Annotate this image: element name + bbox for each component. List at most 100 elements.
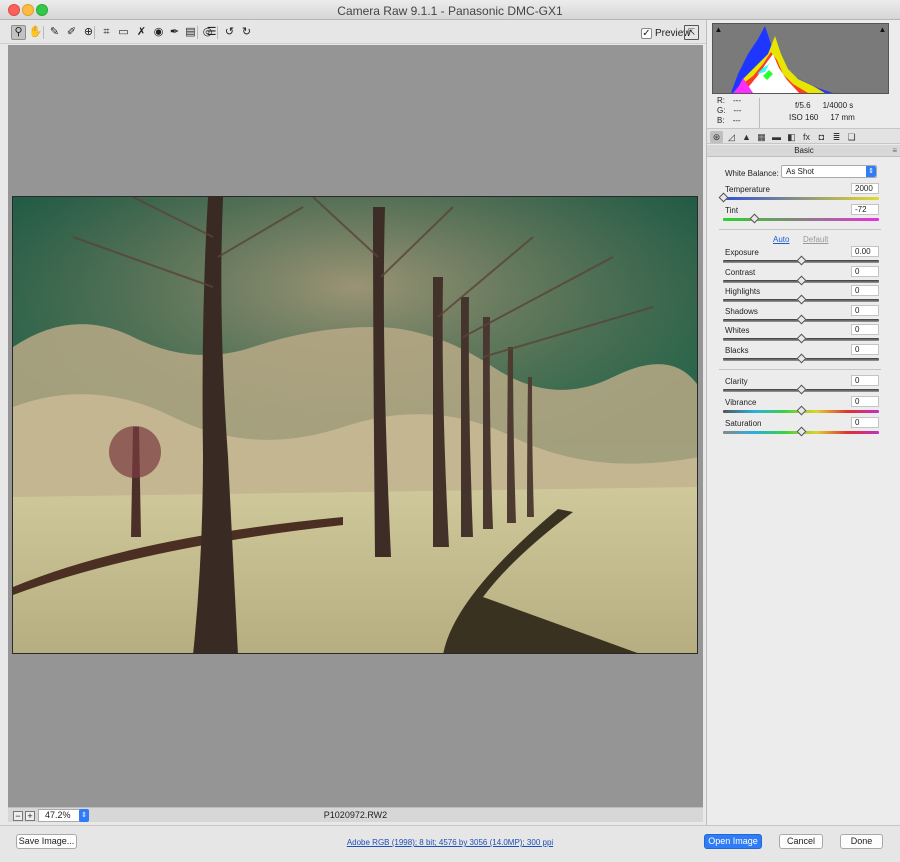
blacks-control: Blacks 0	[723, 344, 879, 366]
window-title: Camera Raw 9.1.1 - Panasonic DMC-GX1	[337, 4, 563, 18]
auto-link[interactable]: Auto	[773, 235, 789, 244]
magnifier-icon: ⚲	[14, 26, 23, 38]
highlights-value-field[interactable]: 0	[851, 285, 879, 296]
whites-slider-thumb[interactable]	[796, 333, 807, 344]
exposure-value-field[interactable]: 0.00	[851, 246, 879, 257]
r-label: R:	[717, 96, 725, 105]
vibrance-slider-thumb[interactable]	[796, 405, 807, 416]
shadow-clipping-warning-icon[interactable]: ▲	[714, 25, 723, 34]
spot-removal-icon: ✗	[136, 26, 147, 38]
title-bar: Camera Raw 9.1.1 - Panasonic DMC-GX1	[0, 0, 900, 20]
r-value: ---	[733, 96, 741, 105]
shadows-value-field[interactable]: 0	[851, 305, 879, 316]
red-eye-tool[interactable]: ◉	[151, 25, 166, 40]
rotate-right-tool[interactable]: ↻	[239, 25, 254, 40]
aperture-value: f/5.6	[795, 101, 811, 110]
list-icon: ☰	[206, 26, 217, 38]
highlight-clipping-warning-icon[interactable]: ▲	[878, 25, 887, 34]
toolbar-separator	[217, 26, 218, 39]
section-title: Basic	[794, 146, 814, 155]
color-sampler-tool[interactable]: ✐	[64, 25, 79, 40]
white-balance-tool[interactable]: ✎	[47, 25, 62, 40]
shadows-label: Shadows	[725, 307, 758, 316]
tab-camera-calibration[interactable]: ◘	[815, 131, 828, 143]
straighten-tool[interactable]: ▭	[116, 25, 131, 40]
image-canvas[interactable]	[8, 45, 703, 807]
saturation-slider-thumb[interactable]	[796, 426, 807, 437]
camera-readout: R: --- G: --- B: --- f/5.6 1/4000 s ISO 160 1…	[717, 96, 893, 128]
shadows-slider-thumb[interactable]	[796, 314, 807, 325]
spot-removal-tool[interactable]: ✗	[134, 25, 149, 40]
select-arrows-icon: ⇕	[866, 166, 876, 177]
clarity-value-field[interactable]: 0	[851, 375, 879, 386]
bottom-bar: Save Image... Adobe RGB (1998); 8 bit; 4…	[0, 825, 900, 862]
tab-detail[interactable]: ▲	[740, 131, 753, 143]
tab-presets[interactable]: ≣	[830, 131, 843, 143]
blacks-value-field[interactable]: 0	[851, 344, 879, 355]
open-image-button[interactable]: Open Image	[704, 834, 762, 849]
tab-effects[interactable]: fx	[800, 131, 813, 143]
canvas-status-bar: − + 47.2% ⇕ P1020972.RW2	[8, 807, 703, 822]
photo-preview[interactable]	[12, 196, 698, 654]
photo-image	[13, 197, 697, 653]
whites-label: Whites	[725, 326, 750, 335]
exposure-slider-thumb[interactable]	[796, 255, 807, 266]
panel-tabs: ⊛ ◿ ▲ ▦ ▬ ◧ fx ◘ ≣ ❏	[707, 128, 900, 144]
whites-value-field[interactable]: 0	[851, 324, 879, 335]
straighten-icon: ▭	[118, 26, 129, 38]
crop-tool[interactable]: ⌗	[99, 25, 114, 40]
tab-split-toning[interactable]: ▬	[770, 131, 783, 143]
saturation-value-field[interactable]: 0	[851, 417, 879, 428]
hand-tool[interactable]: ✋	[28, 25, 43, 40]
saturation-label: Saturation	[725, 419, 762, 428]
tint-slider[interactable]	[723, 218, 879, 221]
basic-section-header: Basic ≡	[707, 145, 900, 157]
panel-menu-icon[interactable]: ≡	[892, 145, 897, 157]
zoom-tool[interactable]: ⚲	[11, 25, 26, 40]
focal-length-value: 17 mm	[830, 113, 855, 122]
b-label: B:	[717, 116, 725, 125]
g-value: ---	[733, 106, 742, 115]
graduated-filter-tool[interactable]: ▤	[183, 25, 198, 40]
done-button[interactable]: Done	[840, 834, 883, 849]
tab-snapshots[interactable]: ❏	[845, 131, 858, 143]
white-balance-select[interactable]: As Shot ⇕	[781, 165, 877, 178]
preview-checkbox[interactable]: ✓	[641, 27, 652, 39]
clarity-label: Clarity	[725, 377, 748, 386]
toolbar-separator	[43, 26, 44, 39]
saturation-control: Saturation 0	[723, 417, 879, 439]
shutter-value: 1/4000 s	[822, 101, 854, 110]
histogram: ▲ ▲	[712, 23, 889, 94]
exposure-label: Exposure	[725, 248, 759, 257]
fullscreen-toggle-icon[interactable]: ⇱	[684, 25, 699, 40]
blacks-slider-thumb[interactable]	[796, 353, 807, 364]
vibrance-control: Vibrance 0	[723, 396, 879, 418]
tab-lens[interactable]: ◧	[785, 131, 798, 143]
file-name: P1020972.RW2	[323, 810, 388, 820]
whites-control: Whites 0	[723, 324, 879, 346]
basic-icon: ⊛	[712, 132, 721, 142]
temperature-slider-thumb[interactable]	[718, 192, 729, 203]
highlights-slider-thumb[interactable]	[796, 294, 807, 305]
temperature-value-field[interactable]: 2000	[851, 183, 879, 194]
effects-icon: fx	[802, 132, 810, 142]
rotate-left-tool[interactable]: ↺	[222, 25, 237, 40]
default-link[interactable]: Default	[803, 235, 828, 244]
tab-tone-curve[interactable]: ◿	[725, 131, 738, 143]
adjustment-brush-tool[interactable]: ✒	[167, 25, 182, 40]
vibrance-value-field[interactable]: 0	[851, 396, 879, 407]
histogram-graph	[731, 26, 833, 93]
temperature-label: Temperature	[725, 185, 770, 194]
tab-basic[interactable]: ⊛	[710, 131, 723, 143]
tab-hsl[interactable]: ▦	[755, 131, 768, 143]
temperature-slider[interactable]	[723, 197, 879, 200]
tint-value-field[interactable]: -72	[851, 204, 879, 215]
clarity-slider-thumb[interactable]	[796, 384, 807, 395]
workflow-options-link[interactable]: Adobe RGB (1998); 8 bit; 4576 by 3056 (1…	[0, 838, 900, 847]
divider	[719, 369, 881, 370]
lens-icon: ◧	[787, 132, 796, 142]
tint-slider-thumb[interactable]	[749, 213, 760, 224]
cancel-button[interactable]: Cancel	[779, 834, 823, 849]
contrast-value-field[interactable]: 0	[851, 266, 879, 277]
contrast-slider-thumb[interactable]	[796, 275, 807, 286]
